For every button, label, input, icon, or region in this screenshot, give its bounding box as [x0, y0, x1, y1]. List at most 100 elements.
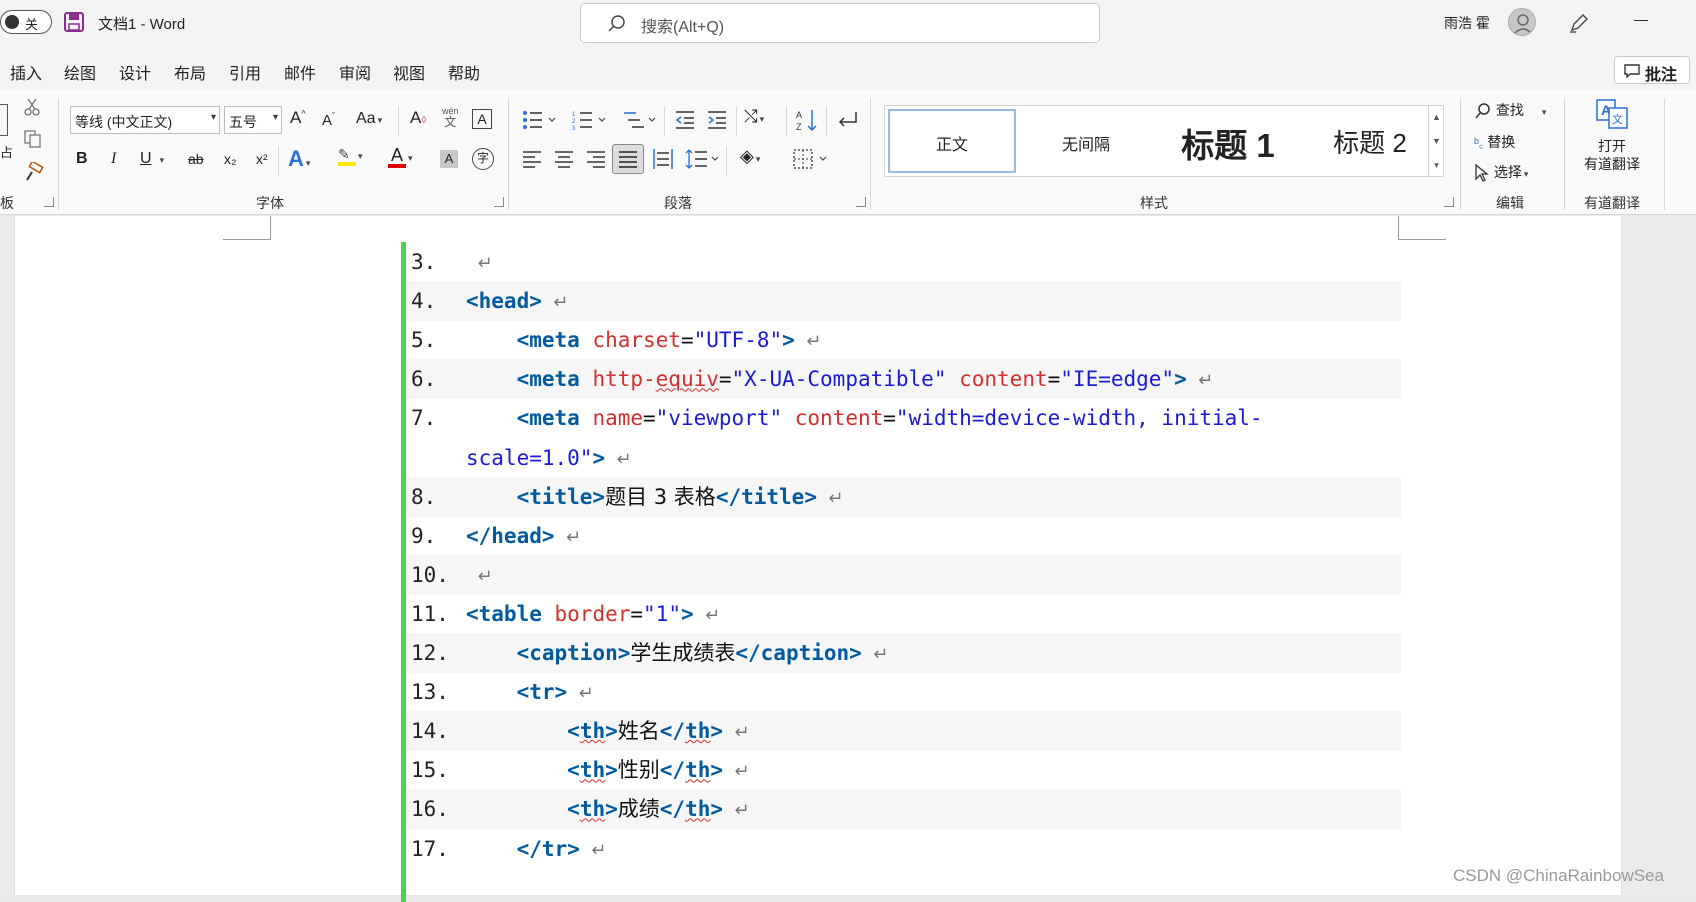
justify-button[interactable]	[612, 144, 644, 174]
code-line[interactable]: 3. ↵	[406, 242, 1401, 282]
font-name-dropdown[interactable]: 等线 (中文正文) ▾	[70, 106, 220, 134]
tab-references[interactable]: 引用	[229, 60, 261, 84]
enclose-characters-icon[interactable]: 字	[472, 148, 494, 170]
code-line[interactable]: 5. <meta charset="UTF-8"> ↵	[406, 320, 1401, 360]
multilevel-list-icon[interactable]	[622, 110, 656, 130]
change-case-button[interactable]: Aa ▾	[356, 110, 382, 128]
more-styles-icon[interactable]: ▾	[1429, 153, 1444, 177]
align-center-icon[interactable]	[554, 150, 574, 168]
cut-icon[interactable]	[24, 98, 40, 116]
style-normal[interactable]: 正文	[888, 109, 1016, 173]
save-icon[interactable]	[64, 12, 84, 32]
code-block[interactable]: 3. ↵ 4. <head> ↵ 5. <meta charset="UTF-8"> …	[401, 242, 1401, 902]
minimize-icon[interactable]	[1634, 20, 1648, 21]
code-line[interactable]: 15. <th>性别</th> ↵	[406, 750, 1401, 790]
code-line[interactable]: 13. <tr> ↵	[406, 672, 1401, 712]
find-button[interactable]: 查找 ▾	[1474, 100, 1546, 120]
chevron-down-icon: ▾	[272, 112, 278, 123]
code-text: ↵	[466, 242, 492, 284]
underline-button[interactable]: U ▾	[140, 150, 164, 168]
code-line[interactable]: 4. <head> ↵	[406, 281, 1401, 322]
code-token: charset	[592, 328, 681, 353]
vertical-scrollbar[interactable]	[1622, 216, 1696, 895]
youdao-translate-button[interactable]: A文 打开 有道翻译	[1570, 98, 1654, 173]
style-heading-2[interactable]: 标题 2	[1305, 109, 1435, 173]
chevron-down-icon[interactable]: ▼	[1429, 129, 1444, 153]
show-paragraph-marks-icon[interactable]	[836, 110, 858, 130]
code-line[interactable]: 16. <th>成绩</th> ↵	[406, 789, 1401, 830]
strikethrough-button[interactable]: ab	[188, 151, 204, 167]
pen-icon[interactable]	[1568, 12, 1590, 34]
tab-help[interactable]: 帮助	[448, 60, 480, 84]
comments-button[interactable]: 批注	[1614, 56, 1690, 84]
code-token: <tr>	[516, 680, 568, 705]
code-line[interactable]: 12. <caption>学生成绩表</caption> ↵	[406, 633, 1401, 673]
numbering-icon[interactable]: 123	[572, 110, 606, 130]
code-token: >	[592, 445, 606, 470]
autosave-toggle[interactable]: 关	[0, 10, 52, 34]
line-spacing-icon[interactable]	[684, 148, 720, 170]
tab-view[interactable]: 视图	[393, 60, 425, 84]
user-name[interactable]: 雨浩 霍	[1444, 13, 1490, 33]
borders-icon[interactable]	[792, 148, 828, 170]
font-launcher-icon[interactable]	[494, 197, 504, 207]
align-left-icon[interactable]	[522, 150, 542, 168]
decrease-indent-icon[interactable]	[674, 110, 696, 130]
paragraph-launcher-icon[interactable]	[856, 197, 866, 207]
bullets-icon[interactable]	[522, 110, 556, 130]
align-right-icon[interactable]	[586, 150, 606, 168]
text-direction-icon[interactable]: ⤭ ▾	[744, 107, 764, 127]
chevron-up-icon[interactable]: ▲	[1429, 105, 1444, 129]
italic-button[interactable]: I	[111, 150, 116, 168]
tab-draw[interactable]: 绘图	[64, 60, 96, 84]
avatar[interactable]	[1508, 8, 1536, 36]
shading-icon[interactable]: ◈ ▾	[740, 146, 760, 167]
distributed-icon[interactable]	[652, 148, 674, 170]
character-shading-icon[interactable]: A	[440, 150, 458, 168]
search-box[interactable]: 搜索(Alt+Q)	[580, 3, 1100, 43]
replace-button[interactable]: ᵇ꜀ 替换	[1474, 132, 1515, 152]
character-border-icon[interactable]: A	[472, 109, 492, 129]
code-line[interactable]: 7. <meta name="viewport" content="width=…	[406, 398, 1401, 438]
copy-icon[interactable]	[24, 130, 42, 148]
styles-launcher-icon[interactable]	[1444, 197, 1454, 207]
page[interactable]: 3. ↵ 4. <head> ↵ 5. <meta charset="UTF-8"> …	[14, 216, 1622, 902]
style-no-spacing[interactable]: 无间隔	[1021, 109, 1151, 173]
code-line[interactable]: 9. </head> ↵	[406, 516, 1401, 556]
increase-indent-icon[interactable]	[706, 110, 728, 130]
code-line[interactable]: 8. <title>题目 3 表格</title> ↵	[406, 476, 1401, 517]
font-size-dropdown[interactable]: 五号 ▾	[224, 106, 282, 134]
comments-label: 批注	[1645, 67, 1678, 84]
code-line[interactable]: 10. ↵	[406, 554, 1401, 595]
phonetic-guide-icon[interactable]: wén 文	[442, 106, 459, 129]
text-effects-icon[interactable]: A ▾	[288, 146, 310, 172]
clipboard-launcher-icon[interactable]	[44, 197, 54, 207]
font-color-icon[interactable]: A ▾	[388, 146, 413, 168]
code-line[interactable]: scale=1.0"> ↵	[406, 438, 1401, 478]
shrink-font-icon[interactable]: Aˇ	[322, 111, 335, 129]
tab-review[interactable]: 审阅	[339, 60, 371, 84]
clear-formatting-icon[interactable]: A◊	[410, 108, 426, 128]
bold-button[interactable]: B	[76, 150, 88, 168]
tab-layout[interactable]: 布局	[174, 60, 206, 84]
superscript-button[interactable]: x²	[256, 151, 268, 167]
subscript-button[interactable]: x₂	[224, 151, 236, 167]
sort-icon[interactable]: AZ	[796, 108, 820, 132]
tab-design[interactable]: 设计	[119, 60, 151, 84]
code-line[interactable]: 14. <th>姓名</th> ↵	[406, 711, 1401, 752]
style-heading-1[interactable]: 标题 1	[1153, 109, 1303, 173]
tab-mailings[interactable]: 邮件	[284, 60, 316, 84]
paste-icon[interactable]	[0, 104, 8, 136]
code-line[interactable]: 17. </tr> ↵	[406, 829, 1401, 869]
grow-font-icon[interactable]: A^	[290, 108, 306, 128]
tab-insert[interactable]: 插入	[10, 60, 42, 84]
underline-label: U	[140, 150, 152, 167]
format-painter-icon[interactable]	[24, 162, 44, 182]
select-label: 选择	[1493, 164, 1522, 180]
select-button[interactable]: 选择 ▾	[1474, 162, 1528, 183]
code-line[interactable]: 6. <meta http-equiv="X-UA-Compatible" co…	[406, 359, 1401, 400]
highlight-color-icon[interactable]: ✎ ▾	[338, 146, 363, 166]
code-line[interactable]: 11. <table border="1"> ↵	[406, 594, 1401, 634]
